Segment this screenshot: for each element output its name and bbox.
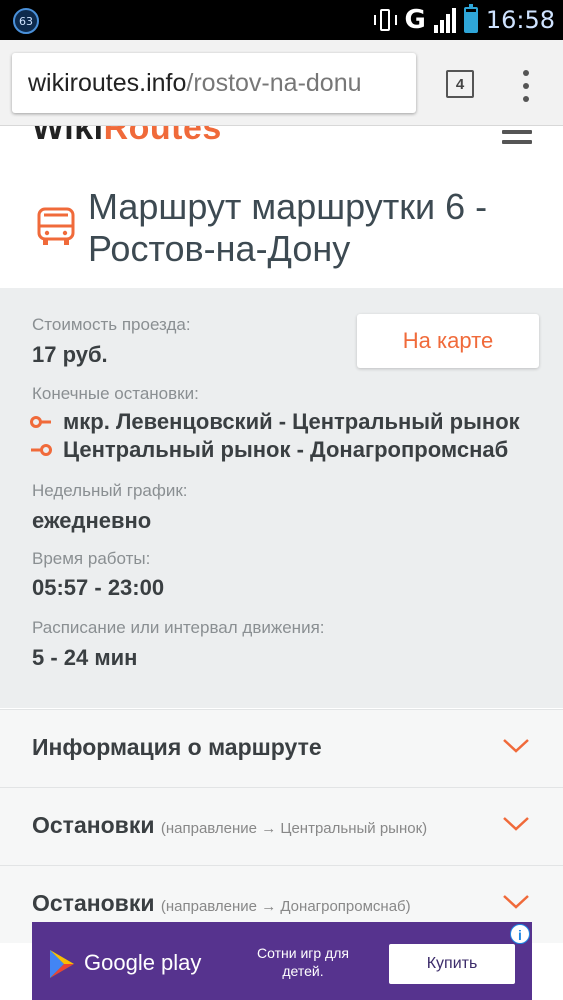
site-logo[interactable]: WikiRoutes: [32, 126, 222, 148]
ad-brand: Google play: [84, 950, 202, 975]
terminal-item: мкр. Левенцовский - Центральный рынок: [30, 409, 520, 435]
hamburger-menu-icon[interactable]: [502, 130, 532, 150]
accordion-title: Информация о маршруте: [32, 734, 322, 760]
fare-label: Стоимость проезда:: [32, 315, 191, 334]
route-start-icon: [30, 416, 51, 428]
terminal-item: Центральный рынок - Донагропромснаб: [30, 437, 508, 463]
schedule-label: Недельный график:: [32, 481, 188, 500]
accordion-title: Остановки (направление → Центральный рын…: [32, 812, 428, 838]
tabs-button[interactable]: 4: [446, 70, 474, 98]
ad-buy-button[interactable]: Купить: [389, 944, 515, 984]
overflow-menu-icon[interactable]: [518, 66, 534, 106]
route-title-block: Маршрут маршрутки 6 - Ростов-на-Дону: [0, 180, 563, 288]
status-bar: 63 G 16:58: [0, 0, 563, 40]
page-title: Маршрут маршрутки 6 - Ростов-на-Дону: [88, 186, 488, 269]
ad-banner[interactable]: i Google play Сотни игр для детей. Купит…: [32, 922, 532, 1000]
arrow-right-icon: →: [261, 820, 277, 837]
vibrate-icon: [374, 7, 398, 33]
url-field[interactable]: wikiroutes.info/rostov-na-donu: [12, 53, 416, 113]
accordion-title: Остановки (направление → Донагропромснаб…: [32, 890, 411, 916]
hours-value: 05:57 - 23:00: [32, 575, 165, 600]
network-type: G: [404, 5, 426, 35]
fare-value: 17 руб.: [32, 342, 108, 367]
chevron-down-icon: [503, 817, 529, 831]
interval-label: Расписание или интервал движения:: [32, 618, 325, 637]
route-info-panel: Стоимость проезда: 17 руб. На карте Коне…: [0, 288, 563, 708]
notification-badge: 63: [13, 8, 39, 34]
battery-icon: [463, 4, 478, 33]
direction-note: (направление → Донагропромснаб): [160, 898, 411, 915]
chevron-down-icon: [503, 895, 529, 909]
site-header: WikiRoutes: [0, 126, 563, 166]
battery-level: [465, 12, 476, 31]
show-on-map-button[interactable]: На карте: [357, 314, 539, 368]
google-play-icon: [50, 950, 74, 978]
bus-icon: [37, 207, 75, 245]
accordion-stops-direction-1[interactable]: Остановки (направление → Центральный рын…: [0, 787, 563, 865]
terminals-label: Конечные остановки:: [32, 384, 199, 403]
url-host: wikiroutes.info: [28, 69, 187, 97]
url-path: /rostov-na-donu: [186, 69, 362, 97]
browser-toolbar: wikiroutes.info/rostov-na-donu 4: [0, 40, 563, 126]
ad-text: Сотни игр для детей.: [257, 945, 349, 979]
direction-note: (направление → Центральный рынок): [160, 820, 428, 837]
hours-label: Время работы:: [32, 549, 151, 568]
terminal-2: Центральный рынок - Донагропромснаб: [63, 437, 509, 462]
clock: 16:58: [485, 6, 555, 34]
chevron-down-icon: [503, 739, 529, 753]
status-icons: G 16:58: [374, 4, 555, 36]
schedule-value: ежедневно: [32, 508, 152, 533]
ad-info-icon[interactable]: i: [510, 924, 530, 944]
accordion-route-info[interactable]: Информация о маршруте: [0, 709, 563, 787]
interval-value: 5 - 24 мин: [32, 645, 138, 670]
terminal-1: мкр. Левенцовский - Центральный рынок: [63, 409, 520, 434]
route-end-icon: [31, 444, 52, 456]
signal-icon: [433, 7, 456, 33]
arrow-right-icon: →: [261, 898, 277, 915]
